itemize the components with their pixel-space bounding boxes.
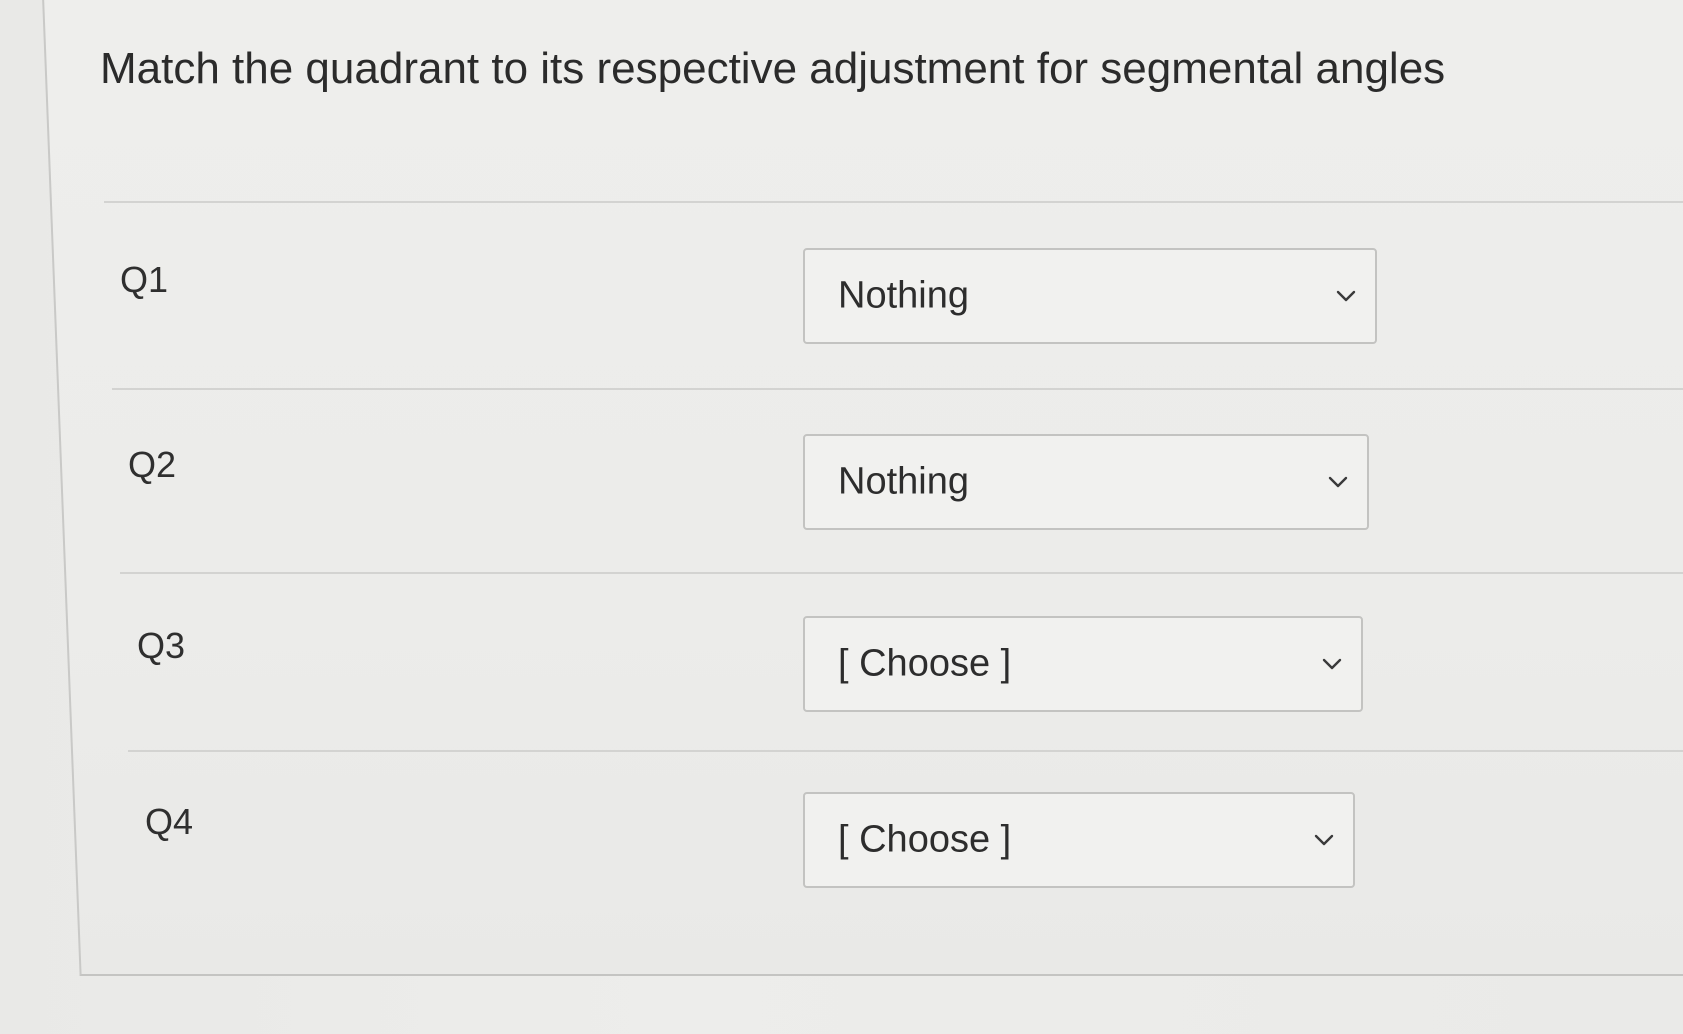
- select-value: [ Choose ]: [838, 642, 1012, 685]
- chevron-down-icon: [1328, 476, 1348, 488]
- screen-background: Match the quadrant to its respective adj…: [0, 0, 1683, 1034]
- select-value: Nothing: [838, 460, 969, 503]
- answer-select-q1[interactable]: Nothing: [803, 248, 1377, 344]
- quadrant-label-q1: Q1: [120, 259, 169, 300]
- divider: [104, 201, 1683, 203]
- chevron-down-icon: [1322, 658, 1342, 670]
- divider: [128, 750, 1683, 752]
- answer-select-q3[interactable]: [ Choose ]: [803, 616, 1363, 712]
- divider: [112, 388, 1683, 390]
- quadrant-label-q3: Q3: [137, 625, 186, 666]
- quadrant-label-q2: Q2: [128, 444, 177, 485]
- quadrant-label-q4: Q4: [145, 801, 194, 842]
- divider: [120, 572, 1683, 574]
- question-title: Match the quadrant to its respective adj…: [100, 44, 1446, 93]
- select-value: Nothing: [838, 274, 969, 317]
- chevron-down-icon: [1314, 834, 1334, 846]
- select-value: [ Choose ]: [838, 818, 1012, 861]
- answer-select-q4[interactable]: [ Choose ]: [803, 792, 1355, 888]
- chevron-down-icon: [1336, 290, 1356, 302]
- answer-select-q2[interactable]: Nothing: [803, 434, 1369, 530]
